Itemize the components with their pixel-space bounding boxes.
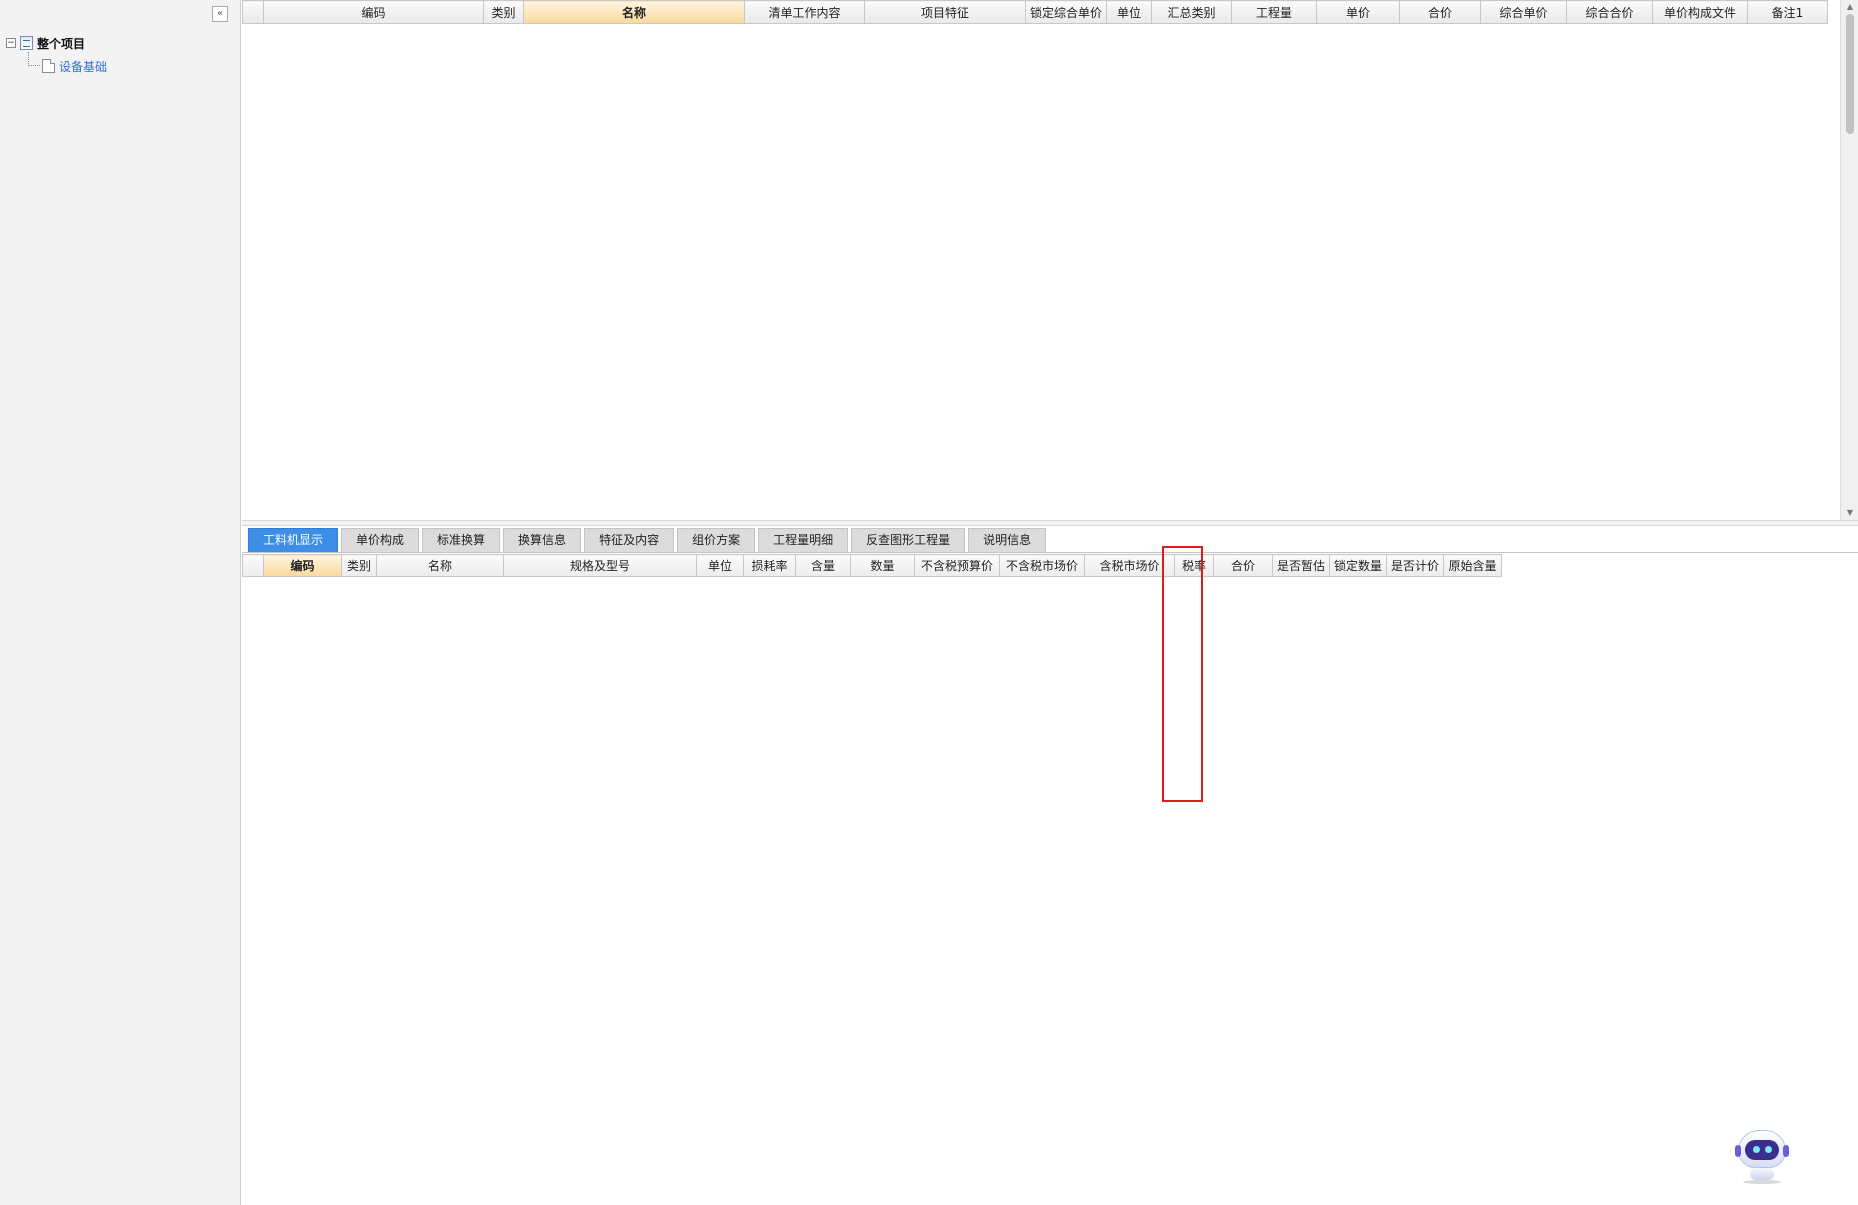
header-corner — [242, 554, 264, 577]
header-cell[interactable]: 名称 — [376, 554, 504, 577]
header-cell[interactable]: 不含税市场价 — [999, 554, 1085, 577]
header-cell[interactable]: 清单工作内容 — [744, 0, 865, 24]
tree-root-label: 整个项目 — [37, 36, 86, 51]
header-cell[interactable]: 合价 — [1213, 554, 1273, 577]
header-cell[interactable]: 备注1 — [1747, 0, 1828, 24]
header-cell[interactable]: 合价 — [1399, 0, 1481, 24]
tab-standard-conversion[interactable]: 标准换算 — [422, 528, 501, 552]
tree-node-root[interactable]: − 整个项目 — [6, 34, 85, 52]
detail-tab-bar: 工料机显示 单价构成 标准换算 换算信息 特征及内容 组价方案 工程量明细 反查… — [248, 528, 1047, 552]
header-cell[interactable]: 税率 — [1174, 554, 1214, 577]
tax-rate-highlight-box — [1162, 546, 1203, 802]
header-cell[interactable]: 编码 — [263, 554, 342, 577]
header-cell[interactable]: 损耗率 — [743, 554, 796, 577]
tree-node-child[interactable]: 设备基础 — [42, 57, 107, 75]
collapse-left-icon[interactable]: « — [212, 6, 228, 22]
scroll-up-icon[interactable]: ▲ — [1841, 0, 1858, 14]
header-cell[interactable]: 单位 — [1106, 0, 1152, 24]
robot-assistant-icon[interactable] — [1735, 1128, 1789, 1184]
tree-connector — [28, 65, 40, 66]
tab-underline — [242, 552, 1858, 553]
header-cell[interactable]: 是否计价 — [1386, 554, 1444, 577]
header-cell[interactable]: 项目特征 — [864, 0, 1026, 24]
tab-pricing-scheme[interactable]: 组价方案 — [677, 528, 756, 552]
scroll-thumb[interactable] — [1846, 14, 1854, 134]
tab-conversion-info[interactable]: 换算信息 — [503, 528, 582, 552]
tab-unit-price-composition[interactable]: 单价构成 — [341, 528, 420, 552]
tab-reverse-graphic-quantity[interactable]: 反查图形工程量 — [851, 528, 966, 552]
header-cell[interactable]: 锁定数量 — [1329, 554, 1387, 577]
header-cell[interactable]: 综合单价 — [1480, 0, 1567, 24]
header-corner — [242, 0, 264, 24]
tab-description[interactable]: 说明信息 — [968, 528, 1047, 552]
header-cell[interactable]: 单位 — [696, 554, 744, 577]
header-cell[interactable]: 规格及型号 — [503, 554, 697, 577]
header-cell[interactable]: 汇总类别 — [1151, 0, 1232, 24]
panel-splitter[interactable] — [242, 520, 1858, 526]
bill-items-table: 编码 类别 名称 清单工作内容 项目特征 锁定综合单价 单位 汇总类别 工程量 … — [242, 0, 1828, 24]
tab-quantity-details[interactable]: 工程量明细 — [758, 528, 849, 552]
header-cell[interactable]: 含量 — [795, 554, 851, 577]
header-cell[interactable]: 不含税预算价 — [914, 554, 1000, 577]
header-cell[interactable]: 类别 — [483, 0, 524, 24]
header-cell[interactable]: 单价构成文件 — [1652, 0, 1748, 24]
header-cell[interactable]: 含税市场价 — [1084, 554, 1175, 577]
vertical-scrollbar[interactable]: ▲ ▼ — [1840, 0, 1858, 520]
header-cell[interactable]: 锁定综合单价 — [1025, 0, 1107, 24]
project-tree-panel: « − 整个项目 设备基础 — [0, 0, 241, 1205]
project-root-icon — [20, 36, 33, 50]
bill-items-grid: 编码 类别 名称 清单工作内容 项目特征 锁定综合单价 单位 汇总类别 工程量 … — [242, 0, 1840, 520]
header-cell[interactable]: 数量 — [850, 554, 915, 577]
tree-child-label: 设备基础 — [59, 59, 108, 74]
header-cell[interactable]: 编码 — [263, 0, 484, 24]
scroll-down-icon[interactable]: ▼ — [1841, 506, 1858, 520]
header-cell[interactable]: 是否暂估 — [1272, 554, 1330, 577]
header-cell[interactable]: 综合合价 — [1566, 0, 1653, 24]
tab-features-content[interactable]: 特征及内容 — [584, 528, 675, 552]
tree-collapse-icon[interactable]: − — [6, 38, 16, 48]
header-cell[interactable]: 类别 — [341, 554, 377, 577]
header-cell[interactable]: 工程量 — [1231, 0, 1317, 24]
resource-table: 编码 类别 名称 规格及型号 单位 损耗率 含量 数量 不含税预算价 不含税市场… — [242, 554, 1502, 577]
tree-connector — [28, 52, 29, 66]
header-cell[interactable]: 原始含量 — [1443, 554, 1502, 577]
resource-grid: 编码 类别 名称 规格及型号 单位 损耗率 含量 数量 不含税预算价 不含税市场… — [242, 554, 1502, 577]
tab-labor-material-machine[interactable]: 工料机显示 — [248, 528, 339, 552]
top-header-row: 编码 类别 名称 清单工作内容 项目特征 锁定综合单价 单位 汇总类别 工程量 … — [242, 0, 1828, 24]
bottom-header-row: 编码 类别 名称 规格及型号 单位 损耗率 含量 数量 不含税预算价 不含税市场… — [242, 554, 1502, 577]
header-cell[interactable]: 名称 — [523, 0, 745, 24]
header-cell[interactable]: 单价 — [1316, 0, 1400, 24]
document-icon — [42, 59, 55, 73]
